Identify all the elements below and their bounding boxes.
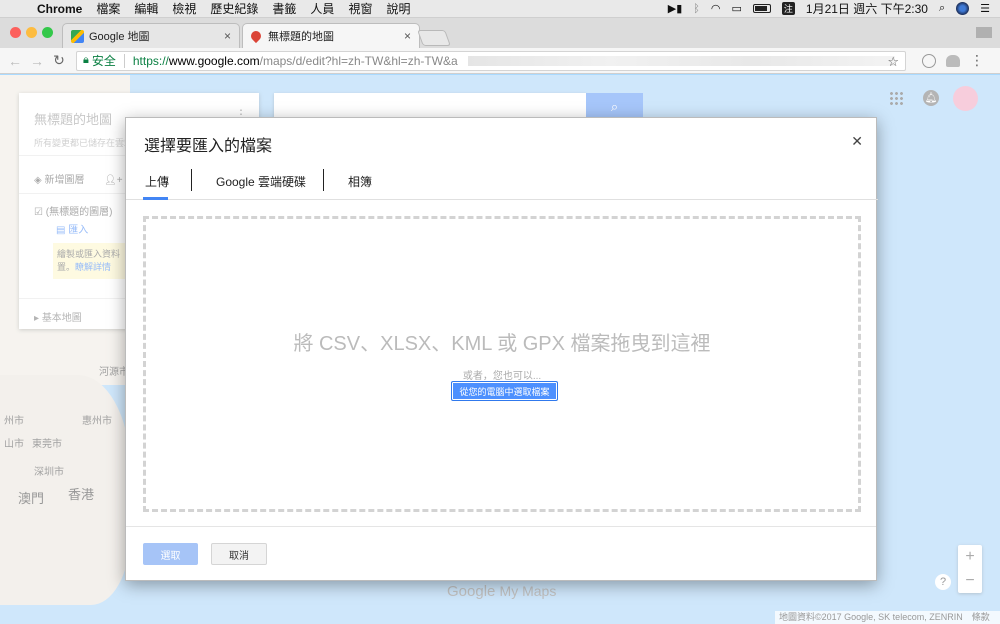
menu-app-name[interactable]: Chrome [30, 2, 89, 16]
select-file-from-computer-button[interactable]: 從您的電腦中選取檔案 [451, 381, 558, 401]
dialog-tabs: 上傳 Google 雲端硬碟 相簿 [126, 162, 878, 200]
tab-title: Google 地圖 [89, 31, 150, 43]
notification-center-icon[interactable]: ☰ [980, 2, 990, 15]
url-redacted [467, 55, 895, 66]
wifi-icon[interactable]: ◠ [711, 2, 721, 15]
url-scheme: https:// [132, 53, 169, 68]
tab-albums[interactable]: 相簿 [348, 173, 372, 190]
cast-icon[interactable]: ▶▮ [668, 2, 683, 15]
chrome-menu-icon[interactable]: ⋮ [970, 52, 984, 69]
clock[interactable]: 1月21日 週六 下午2:30 [806, 0, 928, 17]
file-drop-zone[interactable]: 將 CSV、XLSX、KML 或 GPX 檔案拖曳到這裡 或者，您也可以... … [143, 216, 861, 512]
extension-cloud-icon[interactable] [946, 54, 960, 67]
chrome-tab-strip: Google 地圖 × 無標題的地圖 × [0, 18, 1000, 48]
bookmark-star-icon[interactable]: ☆ [887, 54, 899, 70]
siri-icon[interactable] [956, 2, 970, 15]
chrome-toolbar: ← → ↻ 🔒︎ 安全 https:// www.google.com /map… [0, 48, 1000, 74]
window-minimize-button[interactable] [26, 27, 37, 38]
menu-file[interactable]: 檔案 [89, 0, 127, 17]
menu-view[interactable]: 檢視 [165, 0, 203, 17]
reload-icon[interactable]: ↻ [48, 52, 70, 69]
tab-title: 無標題的地圖 [268, 31, 334, 43]
profile-icon[interactable] [976, 27, 992, 38]
tab-google-maps[interactable]: Google 地圖 × [62, 23, 240, 48]
tab-divider [323, 169, 324, 191]
drop-instructions: 將 CSV、XLSX、KML 或 GPX 檔案拖曳到這裡 [293, 333, 711, 355]
tab-upload[interactable]: 上傳 [145, 173, 169, 190]
window-close-button[interactable] [10, 27, 21, 38]
cancel-button[interactable]: 取消 [211, 543, 267, 565]
mac-menu-bar: Chrome 檔案 編輯 檢視 歷史紀錄 書籤 人員 視窗 說明 ▶▮ ᛒ ◠ … [0, 0, 1000, 18]
alternative-text: 或者，您也可以... [462, 371, 542, 382]
menu-bookmarks[interactable]: 書籤 [265, 0, 303, 17]
url-path: /maps/d/edit?hl=zh-TW&hl=zh-TW&a [259, 53, 458, 68]
tab-untitled-map[interactable]: 無標題的地圖 × [242, 23, 420, 48]
url-host: www.google.com [168, 53, 260, 68]
menu-people[interactable]: 人員 [303, 0, 341, 17]
menu-window[interactable]: 視窗 [341, 0, 379, 17]
extension-compass-icon[interactable] [922, 53, 936, 68]
select-button[interactable]: 選取 [143, 543, 198, 565]
dialog-title: 選擇要匯入的檔案 [144, 138, 273, 155]
lock-icon: 🔒︎ [83, 54, 89, 66]
tab-close-icon[interactable]: × [404, 29, 411, 43]
bluetooth-icon[interactable]: ᛒ [693, 3, 700, 15]
tab-divider [191, 169, 192, 191]
airplay-icon[interactable]: ▭ [732, 2, 742, 15]
address-bar[interactable]: 🔒︎ 安全 https:// www.google.com /maps/d/ed… [76, 50, 906, 71]
secure-label: 安全 [91, 54, 116, 68]
import-file-dialog: 選擇要匯入的檔案 ✕ 上傳 Google 雲端硬碟 相簿 將 CSV、XLSX、… [125, 117, 878, 581]
battery-icon[interactable] [752, 4, 771, 13]
tab-close-icon[interactable]: × [224, 29, 231, 43]
forward-arrow-icon[interactable]: → [26, 53, 48, 69]
menu-edit[interactable]: 編輯 [127, 0, 165, 17]
active-tab-indicator [143, 197, 168, 200]
tab-google-drive[interactable]: Google 雲端硬碟 [216, 173, 306, 190]
footer-divider [126, 526, 876, 527]
my-maps-favicon-icon [248, 28, 264, 44]
back-arrow-icon[interactable]: ← [4, 53, 26, 69]
spotlight-search-icon[interactable]: ⌕ [939, 2, 945, 15]
menu-help[interactable]: 說明 [379, 0, 417, 17]
menu-history[interactable]: 歷史紀錄 [203, 0, 265, 17]
window-zoom-button[interactable] [42, 27, 53, 38]
omnibox-separator [123, 53, 125, 68]
new-tab-button[interactable] [417, 30, 451, 46]
google-maps-favicon-icon [71, 29, 84, 43]
input-method-icon[interactable]: 注 [781, 2, 795, 15]
close-icon[interactable]: ✕ [851, 133, 863, 150]
